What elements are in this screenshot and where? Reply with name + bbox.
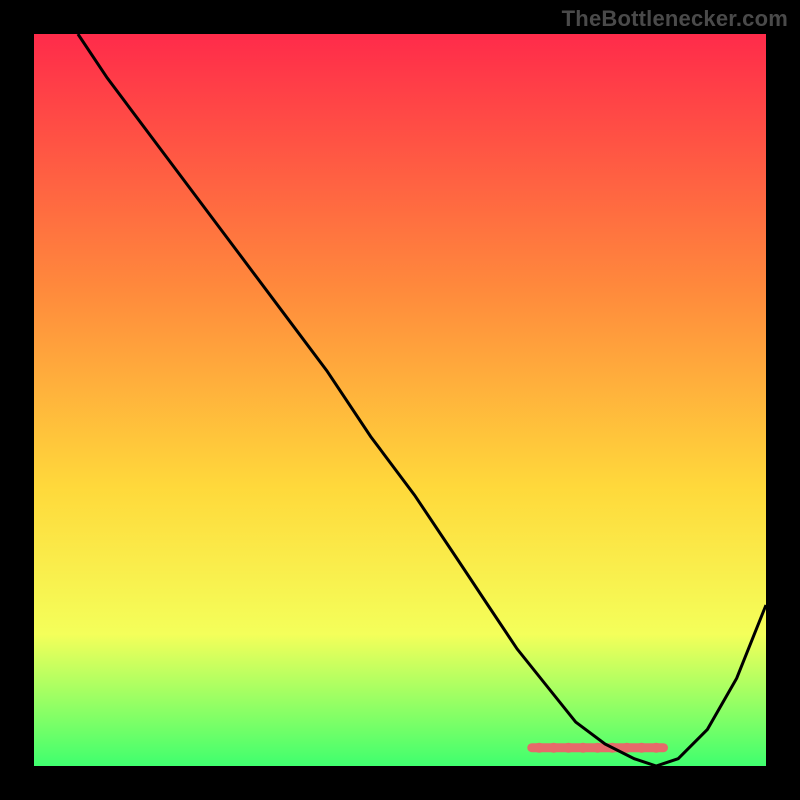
bottleneck-chart [0, 0, 800, 800]
highlight-dot [534, 743, 544, 753]
highlight-dot [578, 743, 588, 753]
highlight-dot [651, 743, 661, 753]
highlight-dot [593, 743, 603, 753]
plot-background [34, 34, 766, 766]
highlight-dot [563, 743, 573, 753]
highlight-dots [534, 743, 661, 753]
highlight-dot [622, 743, 632, 753]
watermark-text: TheBottlenecker.com [562, 6, 788, 32]
highlight-dot [549, 743, 559, 753]
highlight-dot [637, 743, 647, 753]
chart-container: TheBottlenecker.com [0, 0, 800, 800]
